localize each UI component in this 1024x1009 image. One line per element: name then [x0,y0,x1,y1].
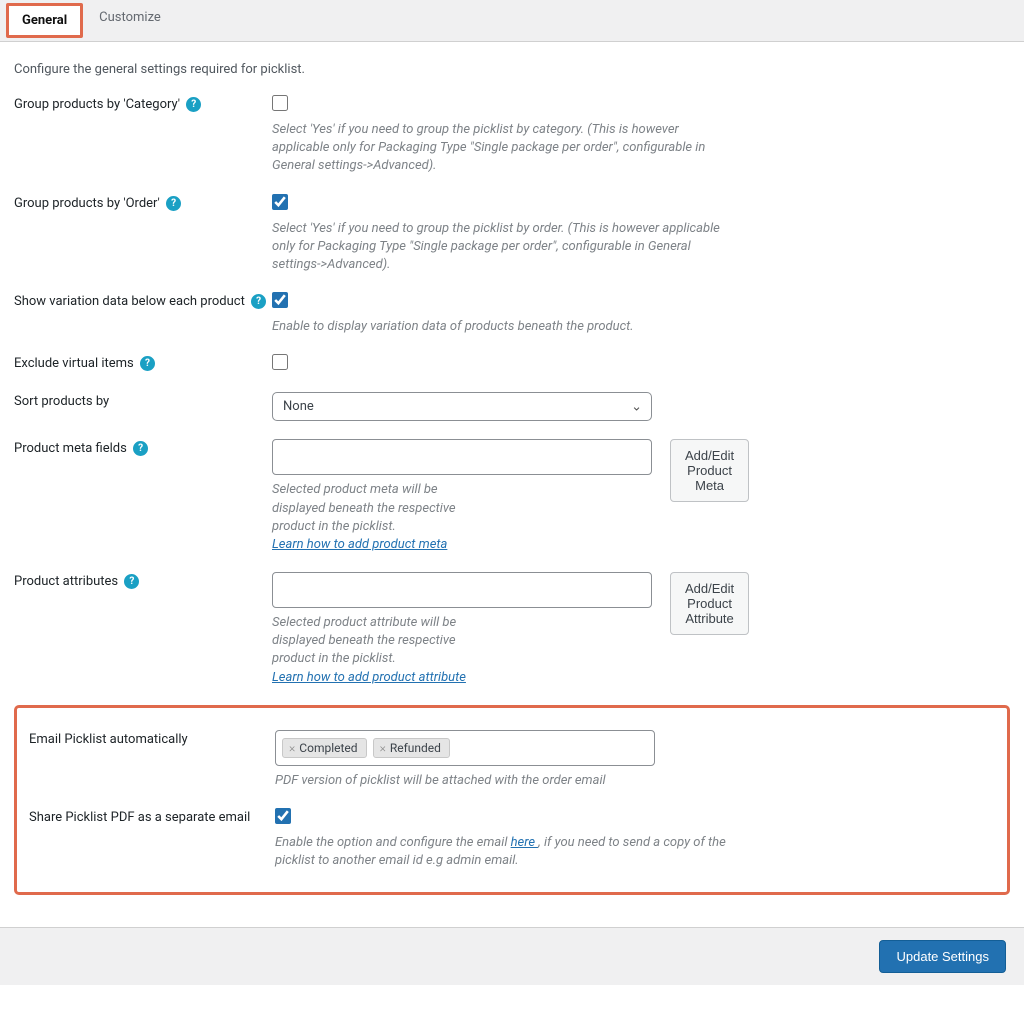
label-product-attr: Product attributes [14,574,118,589]
input-product-meta[interactable] [272,439,652,475]
desc-share-pdf: Enable the option and configure the emai… [275,834,735,870]
add-edit-attr-button[interactable]: Add/Edit Product Attribute [670,572,749,635]
desc-product-meta: Selected product meta will be displayed … [272,481,492,554]
help-icon[interactable]: ? [133,441,148,456]
row-product-attr: Product attributes ? Selected product at… [14,572,1010,687]
help-icon[interactable]: ? [186,97,201,112]
desc-email-auto: PDF version of picklist will be attached… [275,772,735,790]
tab-general-highlight: General [6,3,83,38]
checkbox-variation[interactable] [272,292,288,308]
intro-text: Configure the general settings required … [14,62,1010,77]
label-group-category: Group products by 'Category' [14,97,180,112]
row-group-category: Group products by 'Category' ? Select 'Y… [14,95,1010,176]
footer-bar: Update Settings [0,927,1024,985]
checkbox-exclude-virtual[interactable] [272,354,288,370]
label-group-order: Group products by 'Order' [14,196,160,211]
desc-group-order: Select 'Yes' if you need to group the pi… [272,220,732,275]
label-product-meta: Product meta fields [14,441,127,456]
help-icon[interactable]: ? [140,356,155,371]
close-icon[interactable]: × [289,741,295,755]
tag-completed[interactable]: ×Completed [282,738,367,758]
input-product-attr[interactable] [272,572,652,608]
close-icon[interactable]: × [380,741,386,755]
tag-refunded[interactable]: ×Refunded [373,738,450,758]
label-share-pdf: Share Picklist PDF as a separate email [29,810,250,825]
highlight-box: Email Picklist automatically ×Completed … [14,705,1010,896]
desc-group-category: Select 'Yes' if you need to group the pi… [272,121,732,176]
tab-general[interactable]: General [9,6,80,35]
help-icon[interactable]: ? [166,196,181,211]
row-exclude-virtual: Exclude virtual items ? [14,354,1010,374]
label-email-auto: Email Picklist automatically [29,732,188,747]
label-exclude-virtual: Exclude virtual items [14,356,134,371]
label-variation: Show variation data below each product [14,294,245,309]
tags-input-email-auto[interactable]: ×Completed ×Refunded [275,730,655,766]
link-learn-attr[interactable]: Learn how to add product attribute [272,670,466,685]
help-icon[interactable]: ? [124,574,139,589]
link-configure-email[interactable]: here [511,835,539,850]
row-product-meta: Product meta fields ? Selected product m… [14,439,1010,554]
content-area: Configure the general settings required … [0,42,1024,927]
label-sort: Sort products by [14,394,109,409]
row-share-pdf: Share Picklist PDF as a separate email E… [29,808,995,870]
row-variation: Show variation data below each product ?… [14,292,1010,336]
row-email-auto: Email Picklist automatically ×Completed … [29,730,995,790]
link-learn-meta[interactable]: Learn how to add product meta [272,537,447,552]
tab-customize[interactable]: Customize [83,0,177,41]
row-group-order: Group products by 'Order' ? Select 'Yes'… [14,194,1010,275]
tab-bar: General Customize [0,0,1024,42]
row-sort: Sort products by None ⌄ [14,392,1010,421]
checkbox-group-category[interactable] [272,95,288,111]
add-edit-meta-button[interactable]: Add/Edit Product Meta [670,439,749,502]
desc-variation: Enable to display variation data of prod… [272,318,732,336]
update-settings-button[interactable]: Update Settings [879,940,1006,973]
select-sort[interactable]: None [272,392,652,421]
checkbox-share-pdf[interactable] [275,808,291,824]
desc-product-attr: Selected product attribute will be displ… [272,614,492,687]
checkbox-group-order[interactable] [272,194,288,210]
help-icon[interactable]: ? [251,294,266,309]
